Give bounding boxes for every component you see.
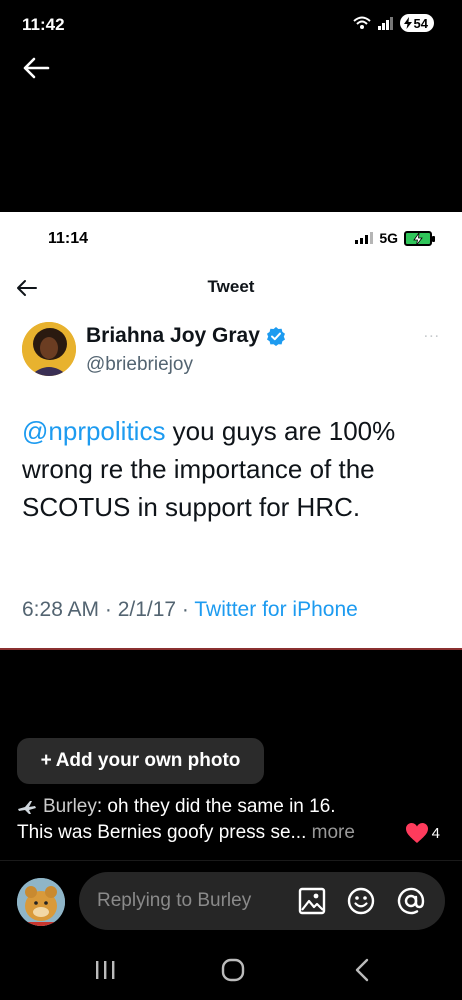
status-bar: 11:42 54 <box>0 0 462 50</box>
tweet-source: Twitter for iPhone <box>194 598 358 621</box>
back-arrow-icon[interactable] <box>20 52 52 84</box>
author-name-text: Briahna Joy Gray <box>86 324 260 347</box>
screenshot-status-bar: 11:14 5G <box>0 212 462 264</box>
tweet-meta: 6:28 AM · 2/1/17 · Twitter for iPhone <box>22 598 358 622</box>
comment-more-link[interactable]: more <box>312 822 355 843</box>
reply-bar: Replying to Burley <box>0 860 462 940</box>
status-icons: 54 <box>352 14 434 32</box>
author-handle: @briebriejoy <box>86 354 193 375</box>
heart-icon[interactable] <box>405 822 429 844</box>
tweet-timestamp: 6:28 AM · 2/1/17 · <box>22 598 195 621</box>
image-picker-icon[interactable] <box>297 886 327 916</box>
reply-placeholder: Replying to Burley <box>97 890 252 911</box>
tweet-mention: @nprpolitics <box>22 416 166 446</box>
author-name: Briahna Joy Gray <box>86 324 286 348</box>
author-avatar <box>22 322 76 376</box>
tweet-header: Tweet <box>0 272 462 304</box>
system-navigation-bar <box>0 940 462 1000</box>
system-back-icon[interactable] <box>348 957 378 983</box>
comment-text-line1: : oh they did the same in 16. <box>96 796 336 817</box>
wifi-icon <box>352 16 371 29</box>
comment-likes[interactable]: 4 <box>405 822 440 844</box>
reply-input[interactable]: Replying to Burley <box>79 872 445 930</box>
status-time: 11:42 <box>22 15 65 34</box>
mention-icon[interactable] <box>396 886 426 916</box>
add-photo-button[interactable]: + Add your own photo <box>17 738 264 784</box>
home-icon[interactable] <box>218 957 248 983</box>
network-type: 5G <box>379 230 398 246</box>
add-photo-label: Add your own photo <box>55 750 241 771</box>
comment-text-line2: This was Bernies goofy press se... <box>17 822 312 843</box>
airplane-avatar-icon <box>18 801 36 814</box>
tweet-screenshot: 11:14 5G Tweet Briahna Joy Gray @briebri… <box>0 212 462 650</box>
tweet-header-title: Tweet <box>207 277 255 296</box>
cell-signal-icon <box>355 232 374 244</box>
recent-apps-icon[interactable] <box>90 957 120 983</box>
screenshot-time: 11:14 <box>48 230 89 247</box>
battery-indicator: 54 <box>399 14 434 32</box>
emoji-icon[interactable] <box>346 886 376 916</box>
like-count: 4 <box>431 824 440 842</box>
verified-badge-icon <box>266 327 285 346</box>
screenshot-status-icons: 5G <box>355 230 435 246</box>
user-avatar <box>17 878 65 926</box>
tweet-text: @nprpolitics you guys are 100% wrong re … <box>22 412 442 526</box>
signal-icon <box>377 17 393 30</box>
battery-level: 54 <box>413 15 428 31</box>
charging-bolt-icon <box>403 17 412 29</box>
comment-author[interactable]: Burley <box>43 796 97 817</box>
battery-charging-icon <box>404 230 435 246</box>
plus-icon: + <box>40 750 52 771</box>
more-options-icon: ... <box>423 324 440 341</box>
top-comment[interactable]: Burley: oh they did the same in 16. This… <box>17 794 447 846</box>
